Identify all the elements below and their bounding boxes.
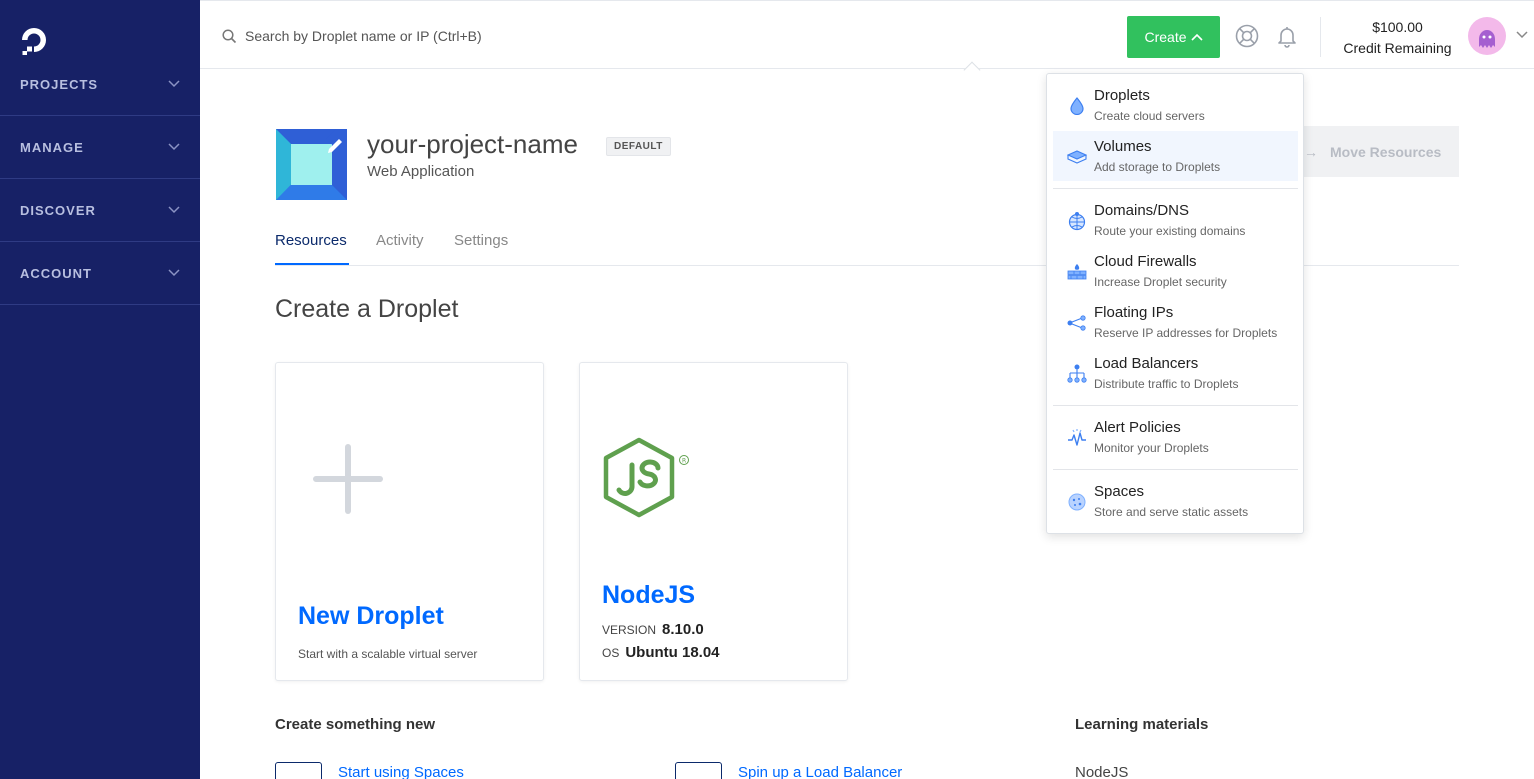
menu-item-desc: Add storage to Droplets: [1094, 160, 1221, 174]
os-value: Ubuntu 18.04: [625, 644, 720, 661]
os-row: OS Ubuntu 18.04: [602, 644, 720, 661]
menu-item-floating-ips[interactable]: Floating IPs Reserve IP addresses for Dr…: [1053, 297, 1298, 347]
menu-divider: [1053, 188, 1298, 189]
firewall-icon: [1067, 262, 1087, 282]
credit-remaining: $100.00 Credit Remaining: [1330, 17, 1465, 59]
menu-item-title: Alert Policies: [1094, 419, 1181, 436]
menu-item-title: Spaces: [1094, 483, 1145, 500]
bell-icon[interactable]: [1275, 24, 1299, 48]
digitalocean-logo-icon[interactable]: [18, 24, 50, 56]
droplet-icon: [1067, 96, 1087, 116]
learning-materials-heading: Learning materials: [1075, 716, 1209, 733]
chevron-up-icon: [1190, 33, 1203, 41]
search-input[interactable]: [245, 28, 805, 44]
menu-divider: [1053, 405, 1298, 406]
menu-item-alert-policies[interactable]: Alert Policies Monitor your Droplets: [1053, 412, 1298, 462]
create-dropdown-menu: Droplets Create cloud servers Volumes Ad…: [1046, 73, 1304, 534]
menu-item-title: Load Balancers: [1094, 355, 1199, 372]
create-something-new-heading: Create something new: [275, 716, 436, 733]
sidebar-item-label: DISCOVER: [20, 202, 96, 218]
search-bar: [222, 23, 822, 49]
sidebar: PROJECTS MANAGE DISCOVER ACCOUNT: [0, 0, 200, 779]
nodejs-card[interactable]: R NodeJS VERSION 8.10.0 OS Ubuntu 18.04: [579, 362, 848, 681]
help-lifebuoy-icon[interactable]: [1235, 24, 1259, 48]
menu-divider: [1053, 469, 1298, 470]
tab-resources[interactable]: Resources: [275, 232, 347, 249]
plus-icon: [313, 444, 383, 514]
sidebar-item-account[interactable]: ACCOUNT: [0, 242, 200, 305]
menu-item-title: Floating IPs: [1094, 304, 1174, 321]
card-title: NodeJS: [602, 581, 696, 609]
alert-icon: [1067, 428, 1087, 448]
default-badge: DEFAULT: [606, 137, 671, 156]
menu-item-title: Domains/DNS: [1094, 202, 1190, 219]
version-value: 8.10.0: [662, 621, 704, 638]
card-description: Start with a scalable virtual server: [298, 647, 478, 661]
volumes-icon: [1067, 147, 1087, 167]
menu-item-desc: Increase Droplet security: [1094, 275, 1227, 289]
tab-activity[interactable]: Activity: [376, 232, 424, 249]
floating-ip-icon: [1067, 313, 1087, 333]
menu-item-title: Cloud Firewalls: [1094, 253, 1197, 270]
chevron-down-icon: [168, 206, 180, 214]
svg-text:R: R: [682, 458, 686, 465]
menu-item-volumes[interactable]: Volumes Add storage to Droplets: [1053, 131, 1298, 181]
chevron-down-icon: [168, 269, 180, 277]
new-droplet-card[interactable]: New Droplet Start with a scalable virtua…: [275, 362, 544, 681]
active-tab-indicator: [275, 263, 349, 265]
menu-item-desc: Reserve IP addresses for Droplets: [1094, 326, 1278, 340]
learning-item-nodejs[interactable]: NodeJS: [1075, 764, 1128, 779]
project-icon: [276, 129, 347, 200]
menu-item-desc: Monitor your Droplets: [1094, 441, 1209, 455]
nodejs-logo-icon: R: [603, 437, 689, 518]
search-icon: [222, 28, 237, 43]
menu-item-title: Volumes: [1094, 138, 1152, 155]
spaces-icon: [1067, 492, 1087, 512]
menu-item-desc: Create cloud servers: [1094, 109, 1205, 123]
menu-item-desc: Store and serve static assets: [1094, 505, 1249, 519]
menu-item-domains-dns[interactable]: Domains/DNS Route your existing domains: [1053, 195, 1298, 245]
menu-item-cloud-firewalls[interactable]: Cloud Firewalls Increase Droplet securit…: [1053, 246, 1298, 296]
top-bar: Create $100.00 Credit Remaining: [200, 0, 1534, 69]
chevron-down-icon[interactable]: [1516, 31, 1528, 39]
move-resources-button[interactable]: → Move Resources: [1290, 126, 1459, 177]
section-title: Create a Droplet: [275, 295, 459, 323]
card-title: New Droplet: [298, 602, 444, 630]
divider: [1320, 17, 1321, 57]
tab-settings[interactable]: Settings: [454, 232, 508, 249]
menu-item-desc: Route your existing domains: [1094, 224, 1246, 238]
menu-item-spaces[interactable]: Spaces Store and serve static assets: [1053, 476, 1298, 526]
load-balancer-icon: [1067, 364, 1087, 384]
avatar[interactable]: [1468, 17, 1506, 55]
sidebar-item-projects[interactable]: PROJECTS: [0, 53, 200, 116]
sidebar-item-label: MANAGE: [20, 139, 84, 155]
avatar-octopus-icon: [1479, 30, 1495, 48]
sidebar-item-manage[interactable]: MANAGE: [0, 116, 200, 179]
globe-icon: [1067, 211, 1087, 231]
create-button-label: Create: [1144, 29, 1187, 45]
sidebar-item-discover[interactable]: DISCOVER: [0, 179, 200, 242]
create-button[interactable]: Create: [1127, 16, 1220, 58]
menu-item-load-balancers[interactable]: Load Balancers Distribute traffic to Dro…: [1053, 348, 1298, 398]
spaces-icon: [275, 762, 322, 779]
sidebar-item-label: ACCOUNT: [20, 265, 92, 281]
credit-label: Credit Remaining: [1343, 40, 1452, 56]
version-row: VERSION 8.10.0: [602, 621, 704, 638]
version-label: VERSION: [602, 623, 657, 637]
chevron-down-icon: [168, 143, 180, 151]
move-resources-label: Move Resources: [1330, 143, 1442, 160]
load-balancer-icon: [675, 762, 722, 779]
menu-item-title: Droplets: [1094, 87, 1150, 104]
menu-item-droplets[interactable]: Droplets Create cloud servers: [1053, 80, 1298, 130]
start-using-spaces-link[interactable]: Start using Spaces: [338, 764, 464, 779]
os-label: OS: [602, 646, 620, 660]
project-name: your-project-name: [367, 129, 578, 159]
chevron-down-icon: [168, 80, 180, 88]
arrow-right-icon: →: [1304, 143, 1318, 160]
sidebar-item-label: PROJECTS: [20, 76, 99, 92]
credit-amount: $100.00: [1372, 19, 1423, 35]
spin-up-load-balancer-link[interactable]: Spin up a Load Balancer: [738, 764, 902, 779]
menu-item-desc: Distribute traffic to Droplets: [1094, 377, 1239, 391]
project-subtitle: Web Application: [367, 163, 475, 180]
